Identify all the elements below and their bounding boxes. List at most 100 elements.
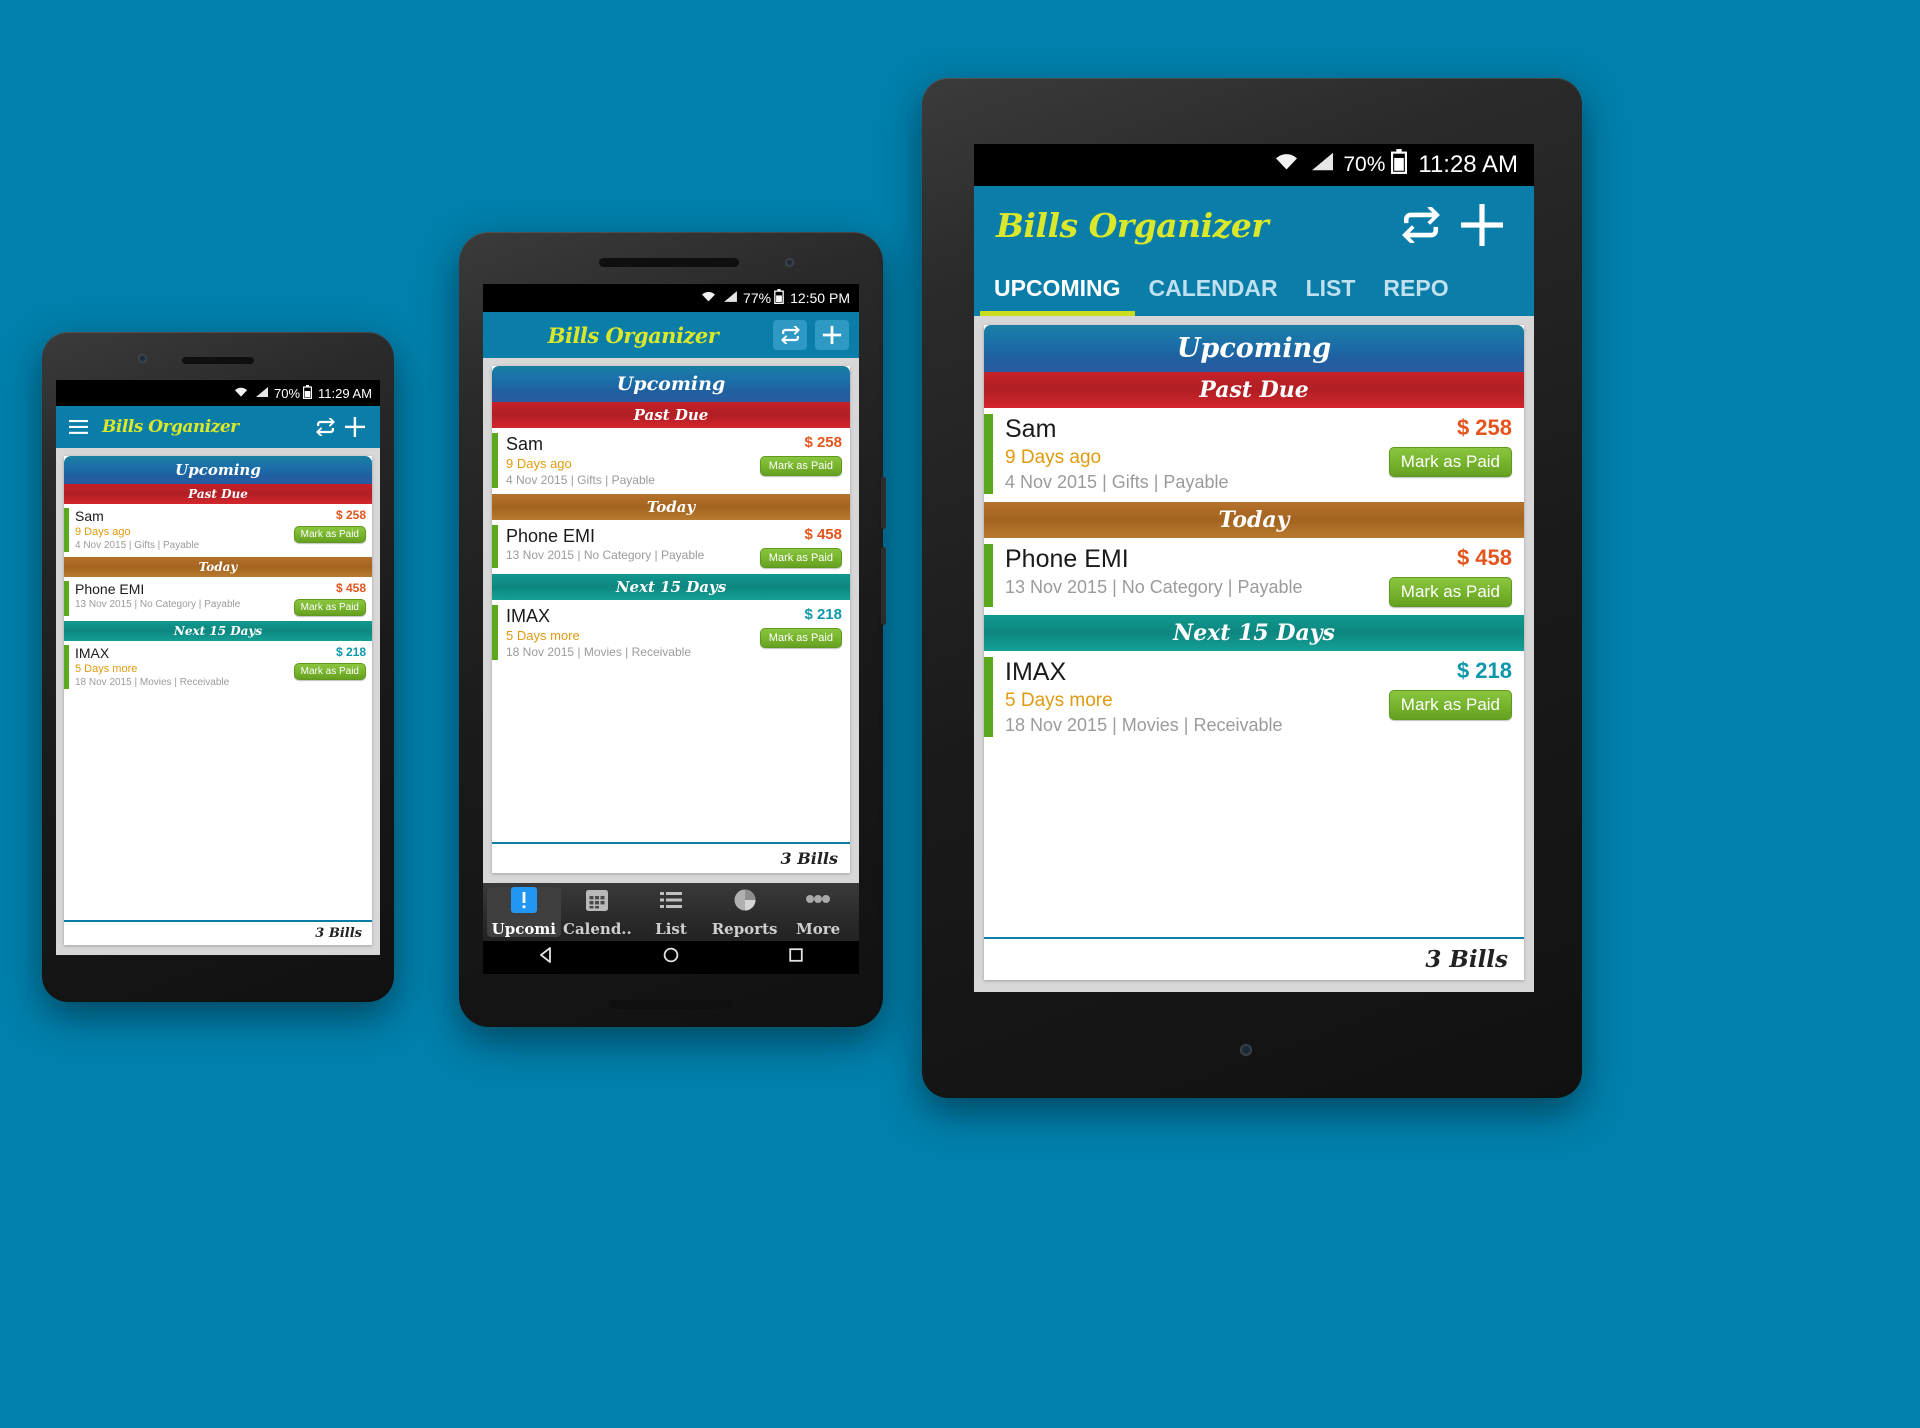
bill-row[interactable]: Phone EMI 13 Nov 2015 | No Category | Pa…: [492, 520, 850, 574]
card-title: Upcoming: [64, 456, 372, 484]
repeat-icon[interactable]: [310, 418, 340, 436]
plus-icon[interactable]: [1452, 203, 1512, 247]
phone-small-status-bar: 70% 11:29 AM: [56, 380, 380, 406]
pie-chart-icon: [732, 887, 758, 918]
tablet-app-bar: Bills Organizer: [974, 186, 1534, 264]
bottom-tab-label: Upcomi: [491, 919, 556, 938]
hamburger-menu-icon[interactable]: [66, 420, 90, 434]
row-accent-bar: [984, 544, 993, 607]
mark-as-paid-button[interactable]: Mark as Paid: [293, 599, 366, 616]
bottom-tab-list[interactable]: List: [634, 887, 708, 938]
section-header-past-due: Past Due: [492, 402, 850, 428]
nav-home-circle-icon[interactable]: [661, 945, 681, 970]
section-header-today: Today: [64, 557, 372, 577]
tab-calendar[interactable]: CALENDAR: [1135, 269, 1292, 316]
screenshot-canvas: 70% 11:29 AM Bills Organizer Upcoming Pa…: [0, 0, 1920, 1428]
bottom-tab-upcoming[interactable]: Upcomi: [487, 886, 561, 938]
bill-when: 9 Days ago: [506, 456, 572, 471]
front-camera: [785, 258, 794, 267]
status-time: 12:50 PM: [790, 290, 850, 306]
earpiece-speaker: [182, 357, 254, 364]
bill-name: Sam: [1005, 415, 1057, 443]
section-header-next-15-days: Next 15 Days: [984, 615, 1524, 651]
mark-as-paid-button[interactable]: Mark as Paid: [1388, 447, 1512, 477]
upcoming-card: Upcoming Past Due Sam 9 Days ago 4 Nov 2…: [64, 456, 372, 945]
bill-meta: 13 Nov 2015 | No Category | Payable: [506, 548, 705, 562]
mark-as-paid-button[interactable]: Mark as Paid: [759, 548, 842, 568]
bill-amount: $ 458: [1456, 545, 1512, 570]
front-camera: [1240, 1044, 1252, 1056]
mark-as-paid-button[interactable]: Mark as Paid: [293, 663, 366, 680]
section-header-today: Today: [984, 502, 1524, 538]
nav-back-triangle-icon[interactable]: [536, 945, 556, 970]
bottom-tab-more[interactable]: More: [781, 887, 855, 938]
phone-medium-app-bar: Bills Organizer: [483, 312, 859, 358]
mark-as-paid-button[interactable]: Mark as Paid: [759, 456, 842, 476]
tab-upcoming[interactable]: UPCOMING: [980, 269, 1135, 316]
overflow-dots-icon: [803, 887, 833, 918]
empty-list-area: [64, 694, 372, 920]
bill-when: 5 Days more: [506, 628, 580, 643]
nav-recents-square-icon[interactable]: [786, 945, 806, 970]
bottom-speaker: [609, 1000, 733, 1009]
signal-icon: [255, 386, 269, 401]
bill-amount: $ 458: [335, 581, 366, 595]
device-phone-small: 70% 11:29 AM Bills Organizer Upcoming Pa…: [42, 332, 394, 1002]
bill-row[interactable]: Sam 9 Days ago 4 Nov 2015 | Gifts | Paya…: [64, 504, 372, 557]
mark-as-paid-button[interactable]: Mark as Paid: [1388, 577, 1512, 607]
empty-list-area: [984, 745, 1524, 937]
section-header-past-due: Past Due: [64, 484, 372, 504]
bill-name: IMAX: [75, 645, 110, 661]
bill-count-footer: 3 Bills: [64, 920, 372, 945]
mark-as-paid-button[interactable]: Mark as Paid: [759, 628, 842, 648]
bottom-tab-calendar[interactable]: Calend..: [561, 887, 635, 938]
battery-icon: [774, 289, 784, 307]
repeat-icon[interactable]: [1390, 207, 1452, 243]
phone-medium-content: Upcoming Past Due Sam 9 Days ago 4 Nov 2…: [483, 358, 859, 883]
repeat-icon[interactable]: [773, 320, 807, 350]
bill-name: IMAX: [1005, 658, 1067, 686]
android-nav-bar: [483, 941, 859, 974]
bill-row[interactable]: IMAX 5 Days more 18 Nov 2015 | Movies | …: [984, 651, 1524, 745]
bill-name: Sam: [506, 434, 544, 454]
mark-as-paid-button[interactable]: Mark as Paid: [293, 526, 366, 543]
bill-amount: $ 258: [335, 508, 366, 522]
phone-small-app-bar: Bills Organizer: [56, 406, 380, 448]
app-title: Bills Organizer: [547, 322, 719, 348]
phone-small-screen: 70% 11:29 AM Bills Organizer Upcoming Pa…: [56, 380, 380, 955]
plus-icon[interactable]: [340, 416, 370, 438]
tab-list[interactable]: LIST: [1292, 269, 1370, 316]
bill-row[interactable]: Phone EMI 13 Nov 2015 | No Category | Pa…: [64, 577, 372, 621]
bill-amount: $ 218: [1456, 658, 1512, 683]
bill-row[interactable]: IMAX 5 Days more 18 Nov 2015 | Movies | …: [492, 600, 850, 666]
volume-button[interactable]: [881, 547, 886, 625]
bill-amount: $ 258: [804, 434, 842, 451]
phone-medium-status-bar: 77% 12:50 PM: [483, 284, 859, 312]
bottom-tab-reports[interactable]: Reports: [708, 887, 782, 938]
bill-row[interactable]: Sam 9 Days ago 4 Nov 2015 | Gifts | Paya…: [492, 428, 850, 494]
power-button[interactable]: [881, 477, 886, 529]
plus-icon[interactable]: [815, 320, 849, 350]
status-time: 11:29 AM: [318, 385, 372, 401]
bill-when: 9 Days ago: [1005, 447, 1102, 468]
signal-icon: [1310, 151, 1335, 179]
bill-when: 5 Days more: [1005, 690, 1113, 711]
bill-row[interactable]: Sam 9 Days ago 4 Nov 2015 | Gifts | Paya…: [984, 408, 1524, 502]
wifi-icon: [234, 386, 248, 401]
battery-icon: [1391, 149, 1408, 181]
app-title: Bills Organizer: [102, 417, 239, 437]
tablet-content: Upcoming Past Due Sam 9 Days ago 4 Nov 2…: [974, 316, 1534, 992]
bill-name: IMAX: [506, 606, 551, 626]
device-tablet: 70% 11:28 AM Bills Organizer UPCOMING CA…: [922, 78, 1582, 1098]
bill-count-footer: 3 Bills: [984, 937, 1524, 980]
app-title: Bills Organizer: [996, 205, 1269, 245]
alert-exclamation-icon: [510, 886, 537, 918]
tab-reports[interactable]: REPO: [1369, 269, 1454, 316]
bill-row[interactable]: Phone EMI 13 Nov 2015 | No Category | Pa…: [984, 538, 1524, 615]
bill-row[interactable]: IMAX 5 Days more 18 Nov 2015 | Movies | …: [64, 641, 372, 694]
bottom-tab-label: More: [796, 919, 841, 938]
device-phone-medium: 77% 12:50 PM Bills Organizer Upcoming Pa…: [459, 232, 886, 1027]
signal-icon: [723, 290, 738, 306]
bill-meta: 13 Nov 2015 | No Category | Payable: [75, 599, 241, 610]
mark-as-paid-button[interactable]: Mark as Paid: [1388, 690, 1512, 720]
